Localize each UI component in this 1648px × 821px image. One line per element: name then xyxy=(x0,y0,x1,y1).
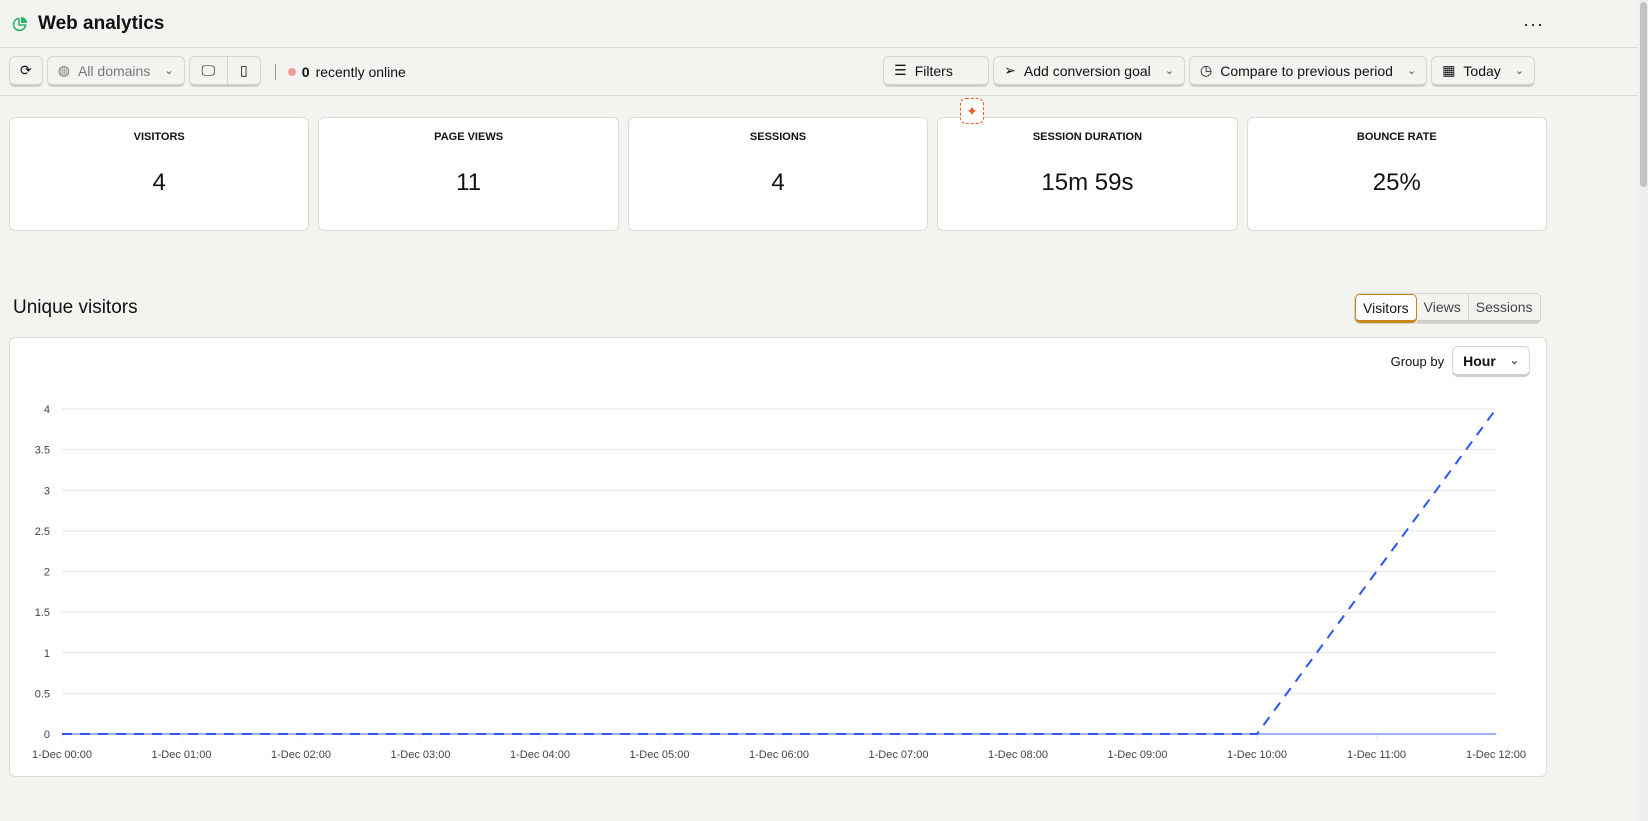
globe-icon: ◍ xyxy=(57,62,70,78)
y-tick-label: 3 xyxy=(44,485,50,497)
stat-card[interactable]: SESSIONS 4 xyxy=(627,117,929,231)
stat-card[interactable]: PAGE VIEWS 11 xyxy=(318,117,619,231)
group-by-label: Group by xyxy=(1390,354,1445,369)
x-tick-label: 1-Dec 04:00 xyxy=(510,749,570,761)
more-menu-button[interactable]: ··· xyxy=(1523,14,1544,35)
domain-select[interactable]: ◍ All domains ⌄ xyxy=(46,56,185,87)
stat-card[interactable]: SESSION DURATION 15m 59s xyxy=(937,117,1238,231)
stat-label: SESSIONS xyxy=(749,131,807,143)
x-tick-label: 1-Dec 10:00 xyxy=(1227,749,1287,761)
online-status: 0 recently online xyxy=(274,63,406,80)
calendar-icon: ▦ xyxy=(1442,62,1456,78)
stat-value: 4 xyxy=(771,169,785,196)
tab-views[interactable]: Views xyxy=(1416,294,1469,323)
page-header: Web analytics xyxy=(0,0,1648,48)
x-tick-label: 1-Dec 03:00 xyxy=(391,749,451,761)
x-tick-label: 1-Dec 12:00 xyxy=(1466,749,1526,761)
y-tick-label: 1 xyxy=(44,648,50,660)
page-title: Web analytics xyxy=(38,12,165,34)
visitors-chart: 0 0.5 1 1.5 2 2.5 3 3.5 4 1-Dec 00:00 1-Dec 01:00 1… xyxy=(9,337,1547,777)
chevron-down-icon: ⌄ xyxy=(1509,355,1519,367)
y-tick-label: 2 xyxy=(44,567,50,579)
chevron-down-icon: ⌄ xyxy=(164,65,174,77)
x-tick-label: 1-Dec 02:00 xyxy=(271,749,331,761)
compare-button[interactable]: ◷ Compare to previous period ⌄ xyxy=(1188,56,1428,87)
device-toggle: 🖵 ▯ xyxy=(188,56,261,87)
x-tick-label: 1-Dec 08:00 xyxy=(988,749,1048,761)
chevron-down-icon: ⌄ xyxy=(1514,65,1524,77)
filters-button[interactable]: ☰ Filters xyxy=(883,56,990,87)
metric-tabs: Visitors Views Sessions xyxy=(1354,293,1541,324)
stat-card[interactable]: BOUNCE RATE 25% xyxy=(1246,117,1548,231)
stat-value: 25% xyxy=(1372,169,1421,196)
x-tick-label: 1-Dec 07:00 xyxy=(869,749,929,761)
x-tick-label: 1-Dec 05:00 xyxy=(630,749,690,761)
refresh-button[interactable]: ⟳ xyxy=(9,56,43,87)
desktop-icon[interactable]: 🖵 xyxy=(190,57,229,84)
x-tick-label: 1-Dec 01:00 xyxy=(152,749,212,761)
x-tick-label: 1-Dec 06:00 xyxy=(749,749,809,761)
stat-card[interactable]: VISITORS 4 xyxy=(9,117,310,231)
add-conversion-goal-button[interactable]: ➢ Add conversion goal ⌄ xyxy=(993,56,1185,87)
x-tick-label: 1-Dec 09:00 xyxy=(1108,749,1168,761)
y-tick-label: 4 xyxy=(44,404,50,416)
y-tick-label: 0 xyxy=(44,729,50,741)
scrollbar[interactable] xyxy=(1638,0,1648,821)
x-tick-label: 1-Dec 00:00 xyxy=(32,749,92,761)
scrollbar-thumb[interactable] xyxy=(1640,2,1647,187)
stat-label: SESSION DURATION xyxy=(1032,131,1143,143)
tab-visitors[interactable]: Visitors xyxy=(1355,294,1417,323)
y-tick-label: 1.5 xyxy=(35,607,50,619)
stat-value: 4 xyxy=(152,169,166,196)
y-tick-label: 3.5 xyxy=(35,445,50,457)
stat-label: BOUNCE RATE xyxy=(1356,131,1437,143)
filter-icon: ☰ xyxy=(894,62,907,78)
y-tick-label: 2.5 xyxy=(35,526,50,538)
stat-label: PAGE VIEWS xyxy=(434,131,504,143)
y-tick-label: 0.5 xyxy=(35,688,50,700)
status-dot xyxy=(287,67,296,76)
stat-value: 11 xyxy=(456,169,482,196)
chart-svg: 0 0.5 1 1.5 2 2.5 3 3.5 4 1-Dec 00:00 1-Dec 01:00 1… xyxy=(32,404,1526,761)
stats-cards: VISITORS 4 PAGE VIEWS 11 SESSIONS 4 SESSION DU… xyxy=(0,96,1556,231)
stat-value: 15m 59s xyxy=(1041,169,1134,196)
stat-label: VISITORS xyxy=(133,131,185,143)
toolbar: ⟳ ◍ All domains ⌄ 🖵 ▯ 0 recently online ☰ Fi… xyxy=(0,48,1648,124)
chevron-down-icon: ⌄ xyxy=(1406,65,1417,77)
chevron-down-icon: ⌄ xyxy=(1164,65,1174,77)
analytics-pie-icon xyxy=(12,16,27,31)
x-tick-label: 1-Dec 11:00 xyxy=(1347,749,1406,761)
refresh-icon: ⟳ xyxy=(20,62,32,78)
tab-sessions[interactable]: Sessions xyxy=(1468,294,1540,323)
mobile-icon[interactable]: ▯ xyxy=(228,62,260,79)
clock-icon: ◷ xyxy=(1199,62,1213,78)
date-range-button[interactable]: ▦ Today ⌄ xyxy=(1431,56,1535,87)
section-title: Unique visitors xyxy=(13,297,138,318)
sparkle-icon[interactable]: ✦ xyxy=(960,98,984,124)
cursor-icon: ➢ xyxy=(1004,62,1016,78)
group-by-select[interactable]: Hour ⌄ xyxy=(1452,346,1530,377)
